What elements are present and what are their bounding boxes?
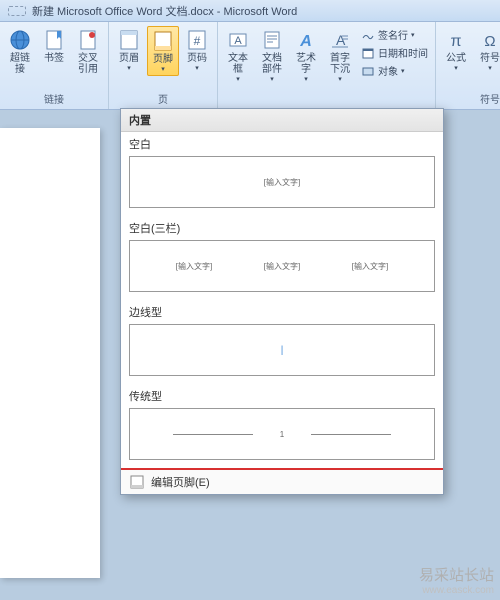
- object-button[interactable]: 对象▾: [358, 62, 431, 79]
- symbol-button[interactable]: Ω 符号 ▾: [474, 26, 500, 74]
- edit-footer-menuitem[interactable]: 编辑页脚(E): [121, 468, 443, 494]
- svg-text:A: A: [336, 32, 346, 48]
- chevron-down-icon: ▾: [236, 75, 240, 83]
- gallery-item-traditional[interactable]: 传统型 1: [121, 384, 443, 468]
- svg-text:A: A: [299, 33, 312, 50]
- gallery-item-blank-3col[interactable]: 空白(三栏) [输入文字] [输入文字] [输入文字]: [121, 216, 443, 300]
- chevron-down-icon: ▾: [127, 64, 131, 72]
- chevron-down-icon: ▾: [161, 65, 165, 73]
- equation-button[interactable]: π 公式 ▾: [440, 26, 472, 74]
- dropcap-button[interactable]: A 首字下沉 ▾: [324, 26, 356, 85]
- watermark: 易采站长站 www.easck.com: [419, 564, 494, 596]
- ribbon: 超链接 书签 交叉 引用 链接 页眉 ▾ 页脚 ▾: [0, 22, 500, 110]
- datetime-button[interactable]: 日期和时间: [358, 44, 431, 61]
- dropdown-header: 内置: [121, 109, 443, 132]
- svg-text:A: A: [234, 35, 242, 47]
- globe-icon: [8, 28, 32, 52]
- ribbon-group-links: 超链接 书签 交叉 引用 链接: [0, 22, 109, 109]
- hyperlink-button[interactable]: 超链接: [4, 26, 36, 77]
- svg-text:π: π: [450, 33, 461, 50]
- chevron-down-icon: ▾: [454, 64, 458, 72]
- group-label-links: 链接: [44, 90, 64, 107]
- ribbon-group-text: A 文本框 ▾ 文档部件 ▾ A 艺术字 ▾ A 首字下沉 ▾ 签名行▾ 日期: [218, 22, 436, 109]
- gallery-item-blank[interactable]: 空白 [输入文字]: [121, 132, 443, 216]
- svg-text:Ω: Ω: [484, 33, 495, 50]
- pagenumber-button[interactable]: # 页码 ▾: [181, 26, 213, 74]
- bookmark-icon: [42, 28, 66, 52]
- parts-button[interactable]: 文档部件 ▾: [256, 26, 288, 85]
- textbox-button[interactable]: A 文本框 ▾: [222, 26, 254, 85]
- calendar-icon: [361, 46, 375, 60]
- gallery-item-border[interactable]: 边线型 |: [121, 300, 443, 384]
- pi-icon: π: [444, 28, 468, 52]
- edit-footer-icon: [129, 474, 145, 490]
- object-icon: [361, 64, 375, 78]
- svg-text:#: #: [194, 34, 201, 48]
- header-button[interactable]: 页眉 ▾: [113, 26, 145, 74]
- ribbon-group-symbols: π 公式 ▾ Ω 符号 ▾ # 编号 符号: [436, 22, 500, 109]
- bookmark-button[interactable]: 书签: [38, 26, 70, 66]
- dropcap-icon: A: [328, 28, 352, 52]
- signature-icon: [361, 28, 375, 42]
- chevron-down-icon: ▾: [270, 75, 274, 83]
- chevron-down-icon: ▾: [338, 75, 342, 83]
- textbox-icon: A: [226, 28, 250, 52]
- chevron-down-icon: ▾: [488, 64, 492, 72]
- titlebar: 新建 Microsoft Office Word 文档.docx - Micro…: [0, 0, 500, 22]
- crossref-button[interactable]: 交叉 引用: [72, 26, 104, 77]
- crossref-icon: [76, 28, 100, 52]
- header-icon: [117, 28, 141, 52]
- footer-icon: [151, 29, 175, 53]
- parts-icon: [260, 28, 284, 52]
- page[interactable]: [0, 128, 100, 578]
- wordart-icon: A: [294, 28, 318, 52]
- pagenumber-icon: #: [185, 28, 209, 52]
- footer-button[interactable]: 页脚 ▾: [147, 26, 179, 76]
- omega-icon: Ω: [478, 28, 500, 52]
- ribbon-group-headerfooter: 页眉 ▾ 页脚 ▾ # 页码 ▾ 页: [109, 22, 218, 109]
- footer-gallery-dropdown: 内置 空白 [输入文字] 空白(三栏) [输入文字] [输入文字] [输入文字]…: [120, 108, 444, 495]
- qat-placeholder: [8, 6, 26, 16]
- chevron-down-icon: ▾: [304, 75, 308, 83]
- signature-button[interactable]: 签名行▾: [358, 26, 431, 43]
- group-label-hf: 页: [158, 90, 168, 107]
- window-title: 新建 Microsoft Office Word 文档.docx - Micro…: [32, 3, 297, 19]
- wordart-button[interactable]: A 艺术字 ▾: [290, 26, 322, 85]
- group-label-symbols: 符号: [480, 90, 500, 107]
- chevron-down-icon: ▾: [195, 64, 199, 72]
